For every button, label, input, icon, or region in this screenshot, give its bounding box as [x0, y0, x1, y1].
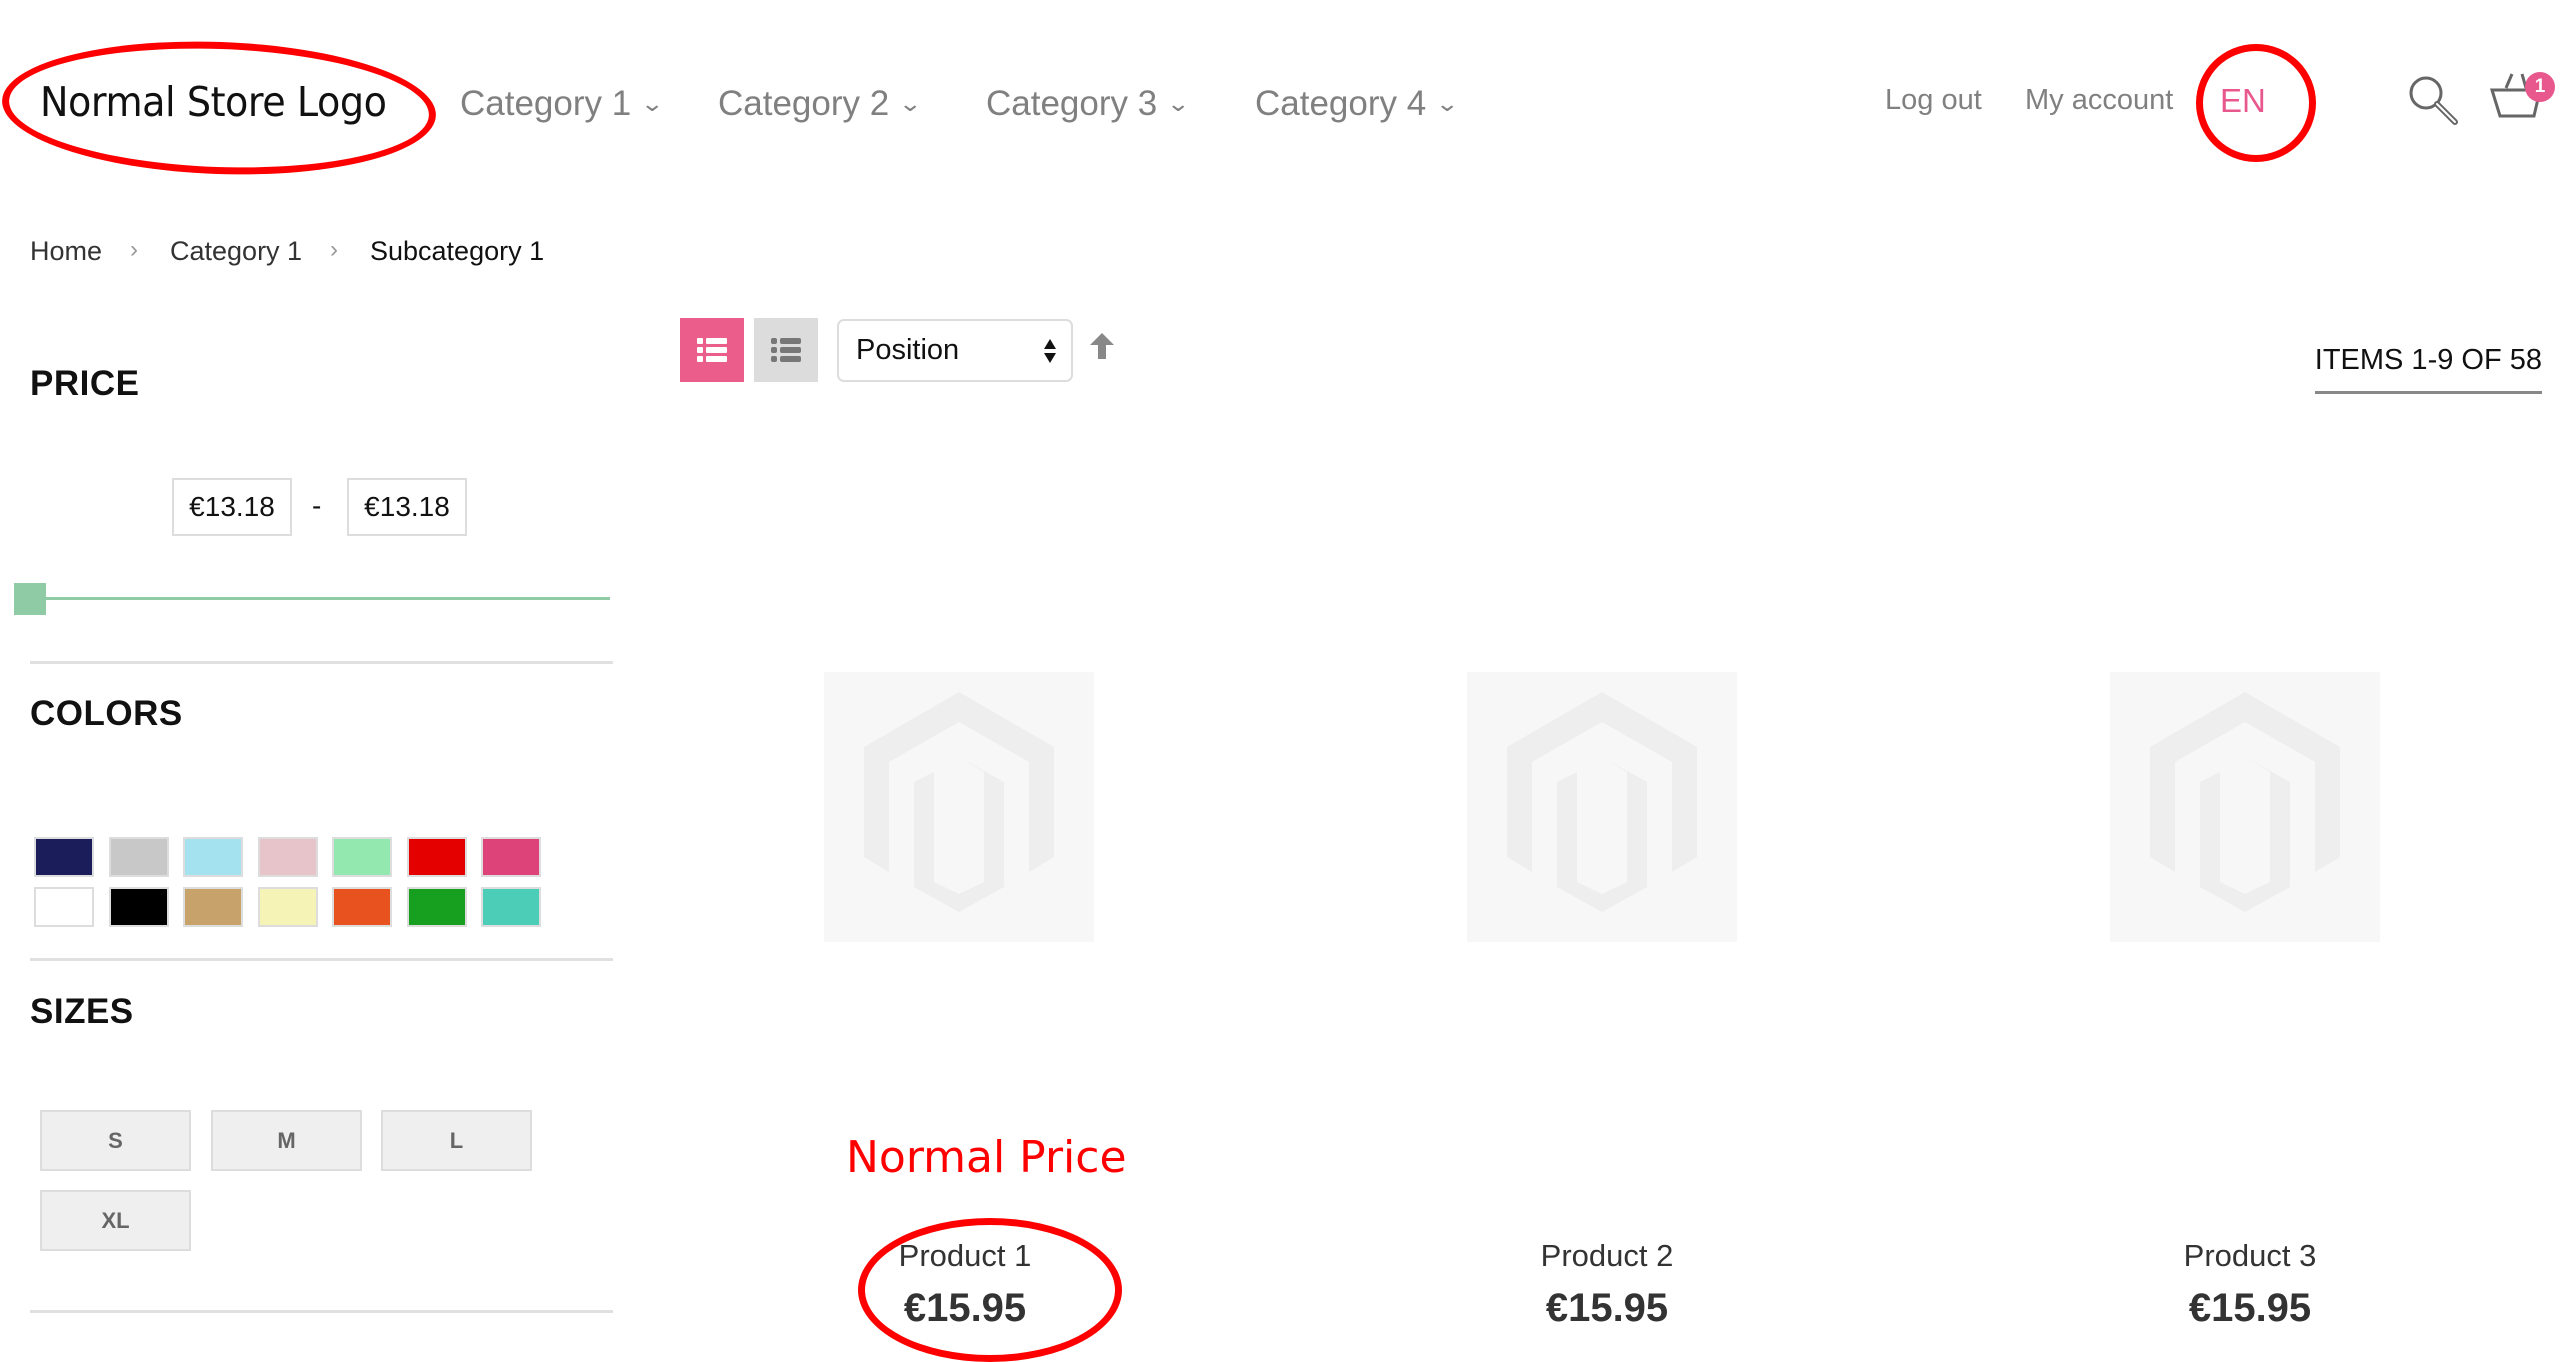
color-swatch[interactable] — [34, 837, 94, 877]
price-slider-handle[interactable] — [14, 583, 46, 615]
chevron-down-icon: ⌄ — [898, 91, 923, 116]
annotation-normal-price: Normal Price — [846, 1132, 1127, 1183]
size-option-xl[interactable]: XL — [40, 1190, 191, 1251]
color-swatch[interactable] — [108, 837, 169, 877]
color-swatch[interactable] — [481, 887, 541, 927]
colors-filter-title: COLORS — [30, 694, 183, 733]
annotation-circle-logo — [0, 34, 439, 182]
sort-selected-value: Position — [856, 334, 960, 366]
my-account-link[interactable]: My account — [2025, 84, 2173, 117]
price-max-input[interactable]: €13.18 — [347, 478, 467, 536]
arrow-up-icon — [1090, 333, 1114, 359]
nav-category-2[interactable]: Category 2 ⌄ — [718, 84, 923, 124]
filter-divider — [30, 1310, 613, 1313]
price-slider-track[interactable] — [14, 597, 610, 600]
breadcrumb-category-1[interactable]: Category 1 — [170, 236, 302, 267]
color-swatch[interactable] — [183, 887, 243, 927]
chevron-down-icon: ⌄ — [1166, 91, 1191, 116]
product-name-3[interactable]: Product 3 — [2050, 1238, 2450, 1274]
size-option-l[interactable]: L — [381, 1110, 532, 1171]
annotation-circle-product-1 — [858, 1218, 1122, 1362]
nav-label: Category 4 — [1255, 84, 1427, 123]
sort-by-select[interactable]: Position — [837, 319, 1073, 382]
price-filter-title: PRICE — [30, 364, 140, 403]
magento-logo-icon — [864, 692, 1054, 912]
magento-logo-icon — [1507, 692, 1697, 912]
size-option-s[interactable]: S — [40, 1110, 191, 1171]
product-price-2: €15.95 — [1545, 1286, 1669, 1330]
nav-label: Category 3 — [986, 84, 1158, 123]
items-count: ITEMS 1-9 OF 58 — [2314, 344, 2542, 394]
color-swatch[interactable] — [406, 887, 467, 927]
chevron-right-icon: › — [330, 236, 338, 263]
list-view-icon — [771, 338, 801, 362]
grid-view-icon — [697, 338, 727, 362]
cart-count-badge: 1 — [2525, 72, 2555, 102]
price-min-input[interactable]: €13.18 — [172, 478, 292, 536]
color-swatch[interactable] — [332, 837, 392, 877]
sort-direction-button[interactable] — [1090, 333, 1114, 359]
list-view-button[interactable] — [754, 318, 818, 382]
color-swatch[interactable] — [34, 887, 94, 927]
nav-category-4[interactable]: Category 4 ⌄ — [1255, 84, 1460, 124]
nav-label: Category 1 — [460, 84, 632, 123]
color-swatch[interactable] — [332, 887, 392, 927]
color-swatch[interactable] — [183, 837, 243, 877]
magento-logo-icon — [2150, 692, 2340, 912]
sizes-filter-title: SIZES — [30, 992, 134, 1031]
product-name-2[interactable]: Product 2 — [1407, 1238, 1807, 1274]
nav-label: Category 2 — [718, 84, 890, 123]
chevron-down-icon: ⌄ — [1435, 91, 1460, 116]
size-option-m[interactable]: M — [211, 1110, 362, 1171]
chevron-down-icon: ⌄ — [640, 91, 665, 116]
grid-view-button[interactable] — [680, 318, 744, 382]
chevron-right-icon: › — [130, 236, 138, 263]
nav-category-3[interactable]: Category 3 ⌄ — [986, 84, 1191, 124]
annotation-circle-language — [2196, 44, 2316, 162]
nav-category-1[interactable]: Category 1 ⌄ — [460, 84, 665, 124]
logout-link[interactable]: Log out — [1885, 84, 1982, 117]
color-swatch[interactable] — [108, 887, 169, 927]
color-swatch[interactable] — [406, 837, 467, 877]
product-price-3: €15.95 — [2188, 1286, 2312, 1330]
select-arrows-icon — [1044, 338, 1056, 363]
product-image-placeholder[interactable] — [1467, 672, 1737, 942]
search-icon[interactable] — [2405, 72, 2461, 128]
price-range-separator: - — [312, 490, 322, 521]
breadcrumb-home[interactable]: Home — [30, 236, 102, 267]
filter-divider — [30, 958, 613, 961]
product-image-placeholder[interactable] — [2110, 672, 2380, 942]
color-swatch[interactable] — [257, 887, 318, 927]
color-swatch[interactable] — [257, 837, 318, 877]
breadcrumb-current: Subcategory 1 — [370, 236, 545, 266]
filter-divider — [30, 661, 613, 664]
color-swatch[interactable] — [481, 837, 541, 877]
product-image-placeholder[interactable] — [824, 672, 1094, 942]
